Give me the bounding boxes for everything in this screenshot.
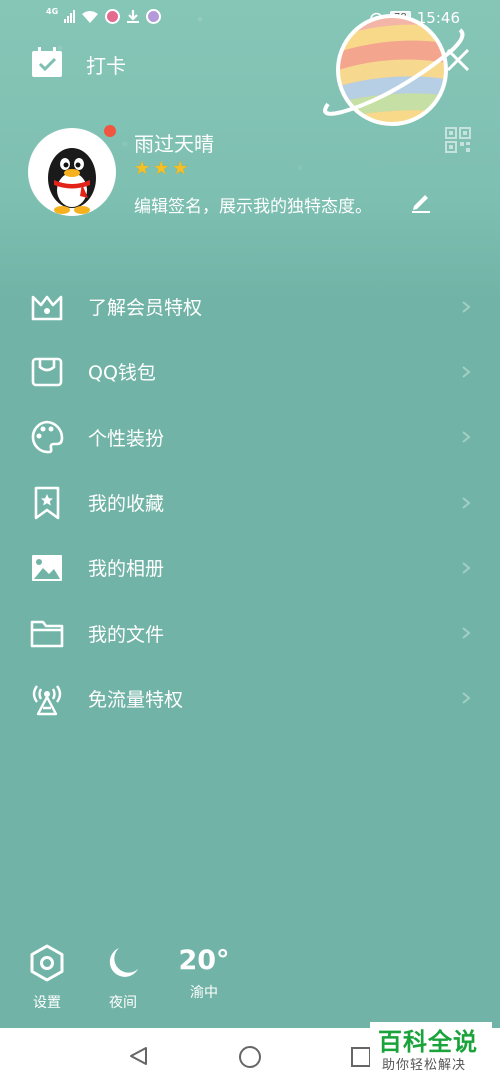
settings-button[interactable]: 设置	[27, 944, 67, 1012]
menu-item-label: 了解会员特权	[88, 297, 203, 320]
nickname[interactable]: 雨过天晴	[134, 128, 214, 157]
drawer-menu: 了解会员特权 QQ钱包 个性装扮 我的收藏 我的相册 我的文件 免流量特权	[0, 274, 500, 731]
notification-dot	[104, 125, 116, 137]
close-icon[interactable]	[444, 46, 472, 74]
menu-item-label: 免流量特权	[88, 688, 184, 711]
menu-item-album[interactable]: 我的相册	[0, 535, 500, 600]
status-left: 4G	[46, 7, 162, 24]
avatar[interactable]	[28, 128, 116, 216]
palette-icon	[31, 420, 64, 454]
settings-label: 设置	[33, 995, 61, 1011]
network-type: 4G	[46, 7, 59, 16]
back-icon[interactable]	[128, 1045, 150, 1067]
menu-item-vip[interactable]: 了解会员特权	[0, 274, 500, 339]
star-icon: ★	[153, 158, 170, 179]
chevron-right-icon	[462, 562, 471, 574]
weather-city: 渝中	[190, 985, 218, 1001]
photo-icon	[32, 554, 62, 581]
drawer-screen: 4G 78 15:46 打卡	[0, 0, 500, 1028]
menu-item-wallet[interactable]: QQ钱包	[0, 339, 500, 404]
pencil-icon[interactable]	[410, 191, 432, 213]
moon-icon	[109, 948, 138, 977]
menu-item-label: QQ钱包	[88, 362, 156, 385]
watermark-logo: 百科全说 助你轻松解决	[370, 1022, 492, 1078]
wifi-icon	[82, 10, 99, 23]
signal-tower-icon	[32, 685, 62, 716]
chevron-right-icon	[462, 692, 471, 705]
menu-item-theme[interactable]: 个性装扮	[0, 405, 500, 470]
watermark-subtitle: 助你轻松解决	[382, 1058, 467, 1073]
signature-text[interactable]: 编辑签名，展示我的独特态度。	[134, 192, 372, 217]
chevron-right-icon	[462, 431, 471, 444]
chevron-right-icon	[462, 300, 471, 313]
penguin-avatar-icon	[48, 148, 96, 214]
home-icon[interactable]	[238, 1045, 262, 1069]
download-icon	[127, 10, 140, 23]
bookmark-star-icon	[34, 486, 60, 519]
chevron-right-icon	[462, 496, 471, 509]
calendar-check-icon[interactable]	[30, 46, 64, 78]
folder-icon	[30, 620, 64, 648]
menu-item-label: 个性装扮	[88, 427, 165, 450]
wallet-icon	[31, 357, 63, 387]
watermark-title: 百科全说	[378, 1028, 478, 1056]
chevron-right-icon	[462, 627, 471, 639]
menu-item-files[interactable]: 我的文件	[0, 600, 500, 665]
checkin-label[interactable]: 打卡	[86, 50, 126, 79]
star-icon: ★	[134, 158, 151, 179]
menu-item-label: 我的相册	[88, 558, 165, 581]
night-mode-button[interactable]: 夜间	[103, 944, 143, 1012]
menu-item-favorites[interactable]: 我的收藏	[0, 470, 500, 535]
signal-icon	[64, 10, 76, 23]
night-label: 夜间	[109, 995, 137, 1011]
weather-temperature: 20°	[178, 945, 230, 976]
app-notification-icon	[105, 9, 121, 24]
crown-icon	[31, 295, 63, 320]
level-stars[interactable]: ★ ★ ★	[134, 160, 188, 178]
app-badge-icon	[146, 9, 162, 24]
star-icon: ★	[172, 158, 189, 179]
hexagon-gear-icon	[30, 944, 64, 982]
menu-item-label: 我的收藏	[88, 493, 165, 516]
menu-item-label: 我的文件	[88, 623, 165, 646]
recents-icon[interactable]	[350, 1046, 372, 1068]
chevron-right-icon	[462, 366, 471, 378]
menu-item-free-data[interactable]: 免流量特权	[0, 666, 500, 731]
weather-widget[interactable]: 20° 渝中	[176, 944, 232, 1002]
qr-code-icon[interactable]	[444, 126, 472, 154]
